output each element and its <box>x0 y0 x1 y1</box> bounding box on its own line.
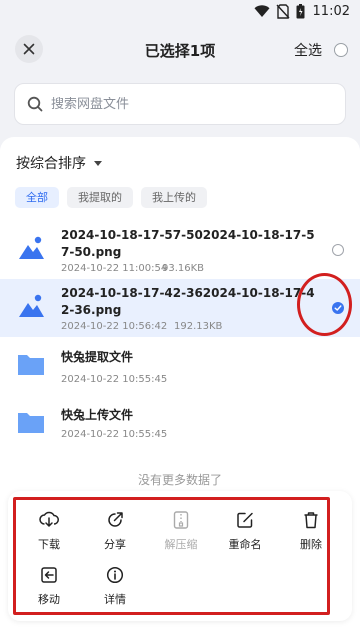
move-label: 移动 <box>38 593 60 606</box>
unzip-button: 解压缩 <box>156 511 206 552</box>
file-date: 2024-10-22 10:56:42 <box>61 321 168 332</box>
sort-dropdown[interactable]: 按综合排序 <box>16 153 102 173</box>
share-icon <box>108 512 123 527</box>
folder-date: 2024-10-22 10:55:45 <box>61 374 168 385</box>
folder-row[interactable]: 快兔提取文件 2024-10-22 10:55:45 <box>0 337 360 395</box>
move-button[interactable]: 移动 <box>24 566 74 607</box>
header: 已选择1项 全选 <box>0 30 360 70</box>
file-size: 93.16KB <box>162 263 205 274</box>
file-row[interactable]: 2024-10-18-17-42-362024-10-18-17-42-36.p… <box>0 279 360 337</box>
caret-down-icon <box>94 160 102 166</box>
no-sim-icon <box>276 4 290 19</box>
unzip-label: 解压缩 <box>164 538 198 551</box>
file-date: 2024-10-22 11:00:54 <box>61 263 168 274</box>
sort-label: 按综合排序 <box>16 156 86 172</box>
file-row[interactable]: 2024-10-18-17-57-502024-10-18-17-57-50.p… <box>0 221 360 279</box>
download-icon <box>39 511 59 527</box>
info-button[interactable]: 详情 <box>90 566 140 607</box>
no-more-data-text: 没有更多数据了 <box>137 473 222 487</box>
info-label: 详情 <box>104 593 126 606</box>
file-name: 2024-10-18-17-57-502024-10-18-17-57-50.p… <box>61 228 315 259</box>
folder-date: 2024-10-22 10:55:45 <box>61 429 168 440</box>
download-button[interactable]: 下载 <box>24 511 74 552</box>
select-radio[interactable] <box>332 244 344 256</box>
filter-chips: 全部 我提取的 我上传的 <box>15 187 207 208</box>
wifi-icon <box>254 5 270 17</box>
folder-name: 快兔提取文件 <box>61 350 134 364</box>
select-all-radio[interactable] <box>334 43 348 57</box>
search-icon <box>27 96 43 112</box>
delete-label: 删除 <box>300 538 322 551</box>
rename-button[interactable]: 重命名 <box>220 511 270 552</box>
filter-chip-all[interactable]: 全部 <box>15 187 59 208</box>
share-label: 分享 <box>104 538 126 551</box>
search-input[interactable] <box>51 96 301 112</box>
select-all-label[interactable]: 全选 <box>294 40 322 60</box>
folder-icon <box>18 413 44 433</box>
filter-chip-extracted[interactable]: 我提取的 <box>67 187 133 208</box>
download-label: 下载 <box>38 538 60 551</box>
filter-chip-uploaded[interactable]: 我上传的 <box>141 187 207 208</box>
rename-icon <box>237 512 253 528</box>
checkmark-icon <box>334 305 342 311</box>
action-sheet: 下载 分享 解压缩 重命名 删除 移动 详情 <box>8 491 352 621</box>
folder-name: 快兔上传文件 <box>61 408 134 422</box>
status-bar: 11:02 <box>0 0 360 28</box>
info-icon <box>106 566 124 584</box>
rename-label: 重命名 <box>228 538 262 551</box>
folder-row[interactable]: 快兔上传文件 2024-10-22 10:55:45 <box>0 395 360 453</box>
file-name: 2024-10-18-17-42-362024-10-18-17-42-36.p… <box>61 286 315 317</box>
image-file-icon <box>19 294 44 317</box>
file-size: 192.13KB <box>174 321 223 332</box>
status-time: 11:02 <box>312 4 350 19</box>
status-icons: 11:02 <box>254 4 350 19</box>
image-file-icon <box>19 236 44 259</box>
search-box[interactable] <box>14 83 346 125</box>
share-button[interactable]: 分享 <box>90 511 140 552</box>
move-icon <box>41 567 57 583</box>
folder-icon <box>18 355 44 375</box>
delete-button[interactable]: 删除 <box>286 511 336 552</box>
delete-icon <box>304 512 318 529</box>
select-radio-checked[interactable] <box>332 302 344 314</box>
unzip-icon <box>173 511 189 529</box>
file-list-panel: 按综合排序 全部 我提取的 我上传的 2024-10-18-17-57-5020… <box>0 137 360 640</box>
battery-icon <box>296 4 305 19</box>
